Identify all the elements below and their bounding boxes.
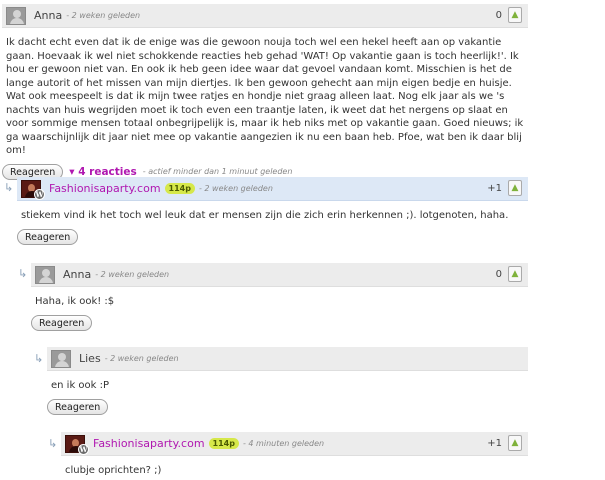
comment-header: Anna - 2 weken geleden 0 ▲ — [2, 4, 528, 28]
comment-header: W Fashionisaparty.com 114p - 2 weken gel… — [17, 177, 528, 201]
comment-time: - 2 weken geleden — [66, 11, 141, 20]
reply-button[interactable]: Reageren — [17, 228, 79, 245]
comment-text: Ik dacht echt even dat ik de enige was d… — [6, 37, 524, 156]
thumbs-up-icon[interactable]: ▲ — [508, 180, 522, 196]
reply-arrow-icon: ↳ — [4, 181, 14, 194]
comment-header: Lies - 2 weken geleden — [47, 347, 528, 371]
comment-author[interactable]: Fashionisaparty.com — [93, 437, 205, 450]
reply-arrow-icon: ↳ — [18, 267, 28, 280]
reply-button[interactable]: Reageren — [47, 398, 109, 415]
comment-author[interactable]: Fashionisaparty.com — [49, 182, 161, 195]
avatar[interactable] — [35, 265, 55, 284]
comment-fashionisaparty-2: W Fashionisaparty.com 114p - 4 minuten g… — [61, 432, 528, 478]
thumbs-up-icon[interactable]: ▲ — [508, 266, 522, 282]
comment-time: - 2 weken geleden — [95, 270, 170, 279]
wordpress-icon: W — [34, 189, 45, 200]
comment-lies: Lies - 2 weken geleden en ik ook :P Reag… — [47, 347, 528, 415]
wordpress-icon: W — [78, 444, 89, 455]
comment-text: stiekem vind ik het toch wel leuk dat er… — [21, 210, 509, 221]
activity-status: - actief minder dan 1 minuut geleden — [142, 167, 293, 176]
comment-anna-reply: Anna - 2 weken geleden 0 ▲ Haha, ik ook!… — [31, 263, 528, 331]
replies-toggle[interactable]: ▾ 4 reacties — [69, 166, 137, 178]
vote-score: +1 — [487, 438, 502, 449]
comment-header: Anna - 2 weken geleden 0 ▲ — [31, 263, 528, 287]
comment-author[interactable]: Anna — [34, 9, 62, 22]
comment-time: - 4 minuten geleden — [242, 439, 325, 448]
comment-time: - 2 weken geleden — [198, 184, 273, 193]
thumbs-up-icon[interactable]: ▲ — [508, 435, 522, 451]
avatar[interactable] — [51, 349, 71, 368]
comment-author[interactable]: Lies — [79, 352, 101, 365]
comment-fashionisaparty-1: W Fashionisaparty.com 114p - 2 weken gel… — [17, 177, 528, 245]
thumbs-up-icon[interactable]: ▲ — [508, 7, 522, 23]
reply-button[interactable]: Reageren — [31, 314, 93, 331]
vote-score: 0 — [495, 269, 502, 280]
vote-score: +1 — [487, 183, 502, 194]
points-badge: 114p — [164, 183, 195, 194]
reply-arrow-icon: ↳ — [34, 352, 44, 365]
comment-anna-top: Anna - 2 weken geleden 0 ▲ Ik dacht echt… — [2, 4, 528, 180]
comment-author[interactable]: Anna — [63, 268, 91, 281]
vote-score: 0 — [495, 10, 502, 21]
points-badge: 114p — [208, 438, 239, 449]
reply-arrow-icon: ↳ — [48, 437, 58, 450]
comment-time: - 2 weken geleden — [104, 354, 179, 363]
comment-text: clubje oprichten? ;) — [65, 465, 162, 476]
comment-text: en ik ook :P — [51, 380, 110, 391]
comment-header: W Fashionisaparty.com 114p - 4 minuten g… — [61, 432, 528, 456]
comment-text: Haha, ik ook! :$ — [35, 296, 115, 307]
avatar[interactable] — [6, 6, 26, 25]
